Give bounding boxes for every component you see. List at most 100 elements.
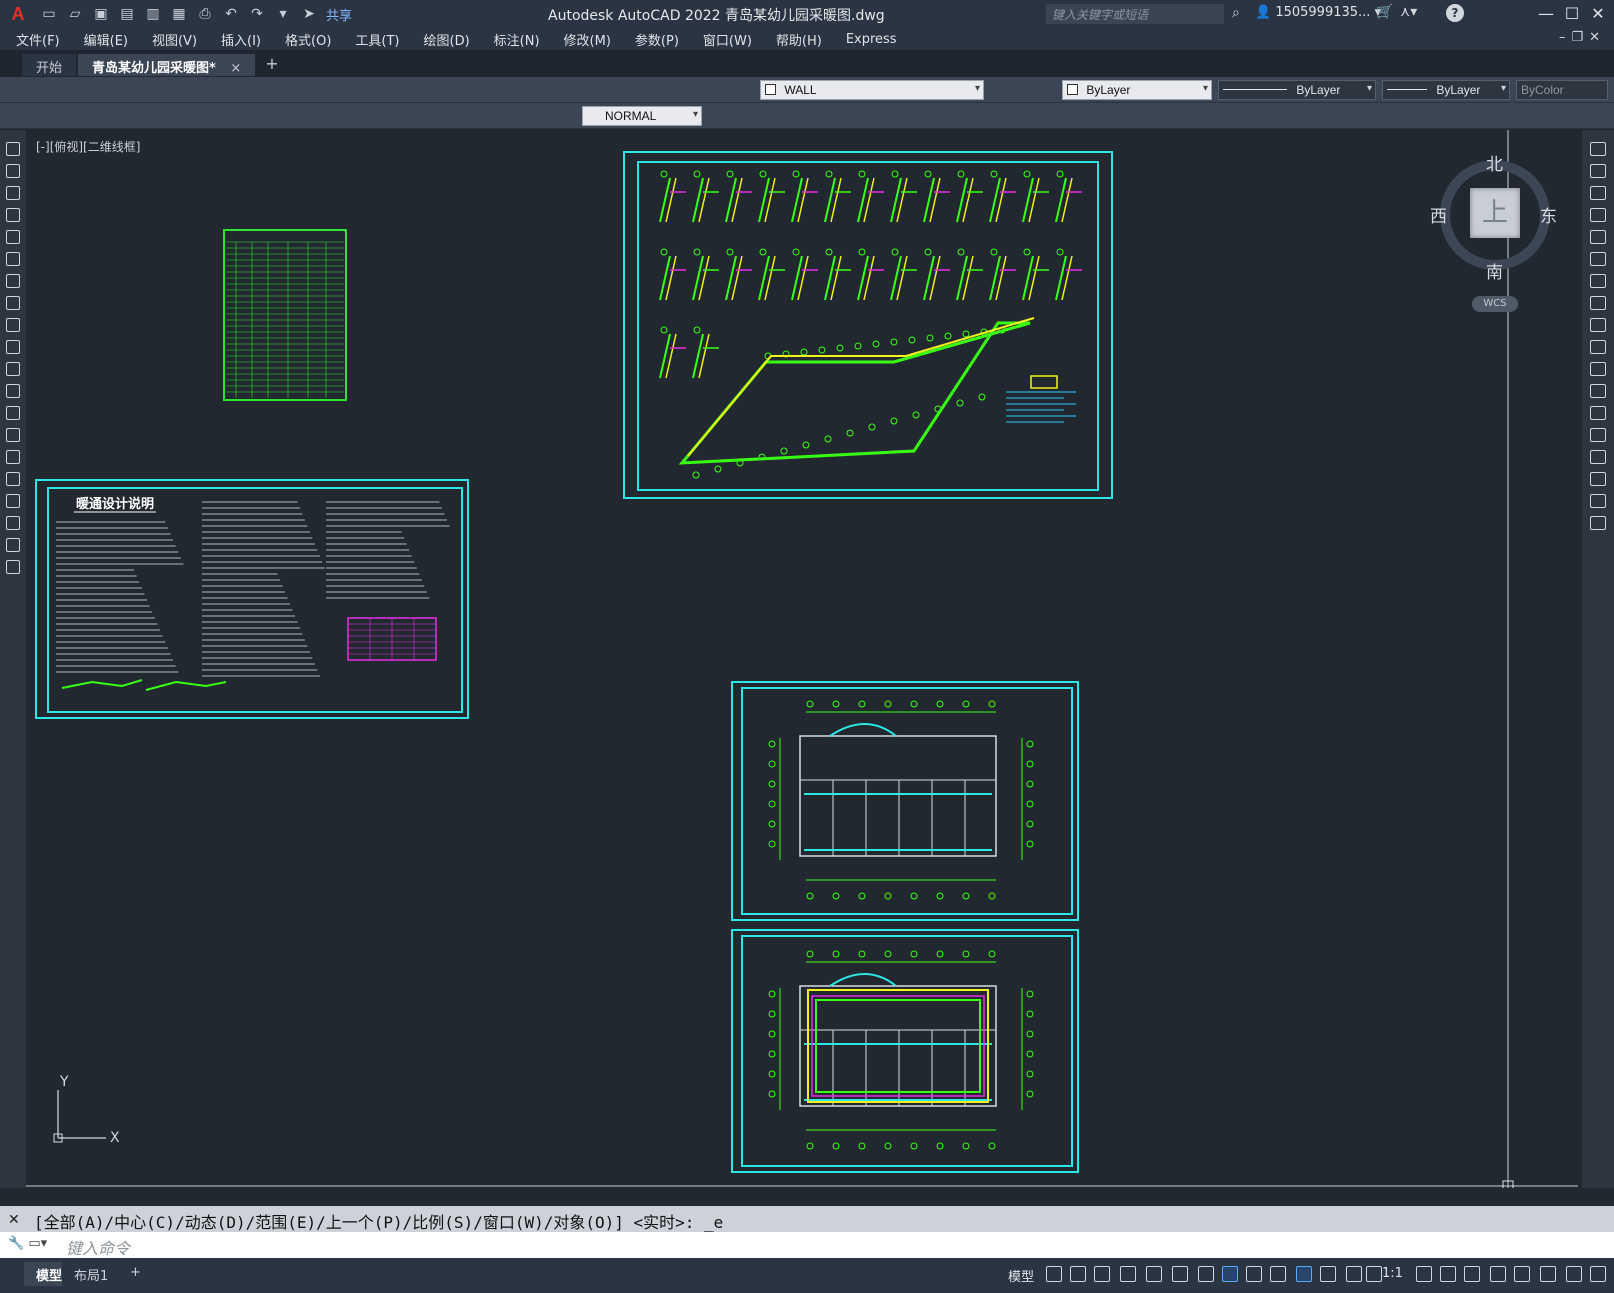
status-toggle-icon[interactable] xyxy=(1346,1266,1362,1282)
toolbar2-tool-icon[interactable] xyxy=(730,107,748,125)
menu-dimension[interactable]: 标注(N) xyxy=(494,30,540,49)
menu-draw[interactable]: 绘图(D) xyxy=(424,30,470,49)
toolbar1-tool-icon[interactable] xyxy=(366,81,384,99)
layer-dropdown[interactable]: WALL ▾ xyxy=(760,80,984,100)
plotstyle-dropdown[interactable]: ByColor xyxy=(1516,80,1608,100)
toolbar1-tool-icon[interactable] xyxy=(418,81,436,99)
text-style-dropdown[interactable]: NORMAL ▾ xyxy=(582,106,702,126)
status-toggle-icon[interactable] xyxy=(1416,1266,1432,1282)
tab-start[interactable]: 开始 xyxy=(22,54,77,76)
toolbar2-tool-icon[interactable] xyxy=(518,107,536,125)
toolbar2-tool-icon[interactable] xyxy=(440,107,458,125)
toolbar1-tool-icon[interactable] xyxy=(150,81,168,99)
new-tab-button[interactable]: + xyxy=(257,54,286,76)
customize-command-icon[interactable]: 🔧 ▭▾ xyxy=(8,1236,47,1251)
toolbar2-tool-icon[interactable] xyxy=(190,107,208,125)
draw-tool-icon[interactable] xyxy=(6,164,20,178)
toolbar1-tool-icon[interactable] xyxy=(392,81,410,99)
status-toggle-icon[interactable] xyxy=(1246,1266,1262,1282)
toolbar2-tool-icon[interactable] xyxy=(262,107,280,125)
draw-tool-icon[interactable] xyxy=(6,472,20,486)
toolbar1-tool-icon[interactable] xyxy=(252,81,270,99)
toolbar1-tool-icon[interactable] xyxy=(306,81,324,99)
undo-icon[interactable]: ↶ xyxy=(220,3,242,25)
sheet-second-floor-plan[interactable] xyxy=(731,681,1079,921)
menu-window[interactable]: 窗口(W) xyxy=(703,30,752,49)
toolbar2-tool-icon[interactable] xyxy=(316,107,334,125)
modify-tool-icon[interactable] xyxy=(1590,494,1606,508)
open-file-icon[interactable]: ▱ xyxy=(64,3,86,25)
toolbar1-tool-icon[interactable] xyxy=(336,81,354,99)
search-icon[interactable]: ⌕ xyxy=(1232,5,1240,21)
status-toggle-icon[interactable] xyxy=(1490,1266,1506,1282)
toolbar1-tool-icon[interactable] xyxy=(128,81,146,99)
customize-quick-access-icon[interactable]: ▾ xyxy=(272,3,294,25)
status-toggle-icon[interactable] xyxy=(1198,1266,1214,1282)
redo-icon[interactable]: ↷ xyxy=(246,3,268,25)
toolbar2-tool-icon[interactable] xyxy=(904,107,922,125)
modify-tool-icon[interactable] xyxy=(1590,296,1606,310)
print-icon[interactable]: ⎙ xyxy=(194,3,216,25)
toolbar2-tool-icon[interactable] xyxy=(778,107,796,125)
toolbar1-tool-icon[interactable] xyxy=(204,81,222,99)
toolbar2-tool-icon[interactable] xyxy=(808,107,826,125)
toolbar2-tool-icon[interactable] xyxy=(366,107,384,125)
viewport-controls-label[interactable]: [-][俯视][二维线框] xyxy=(36,138,140,155)
toolbar2-tool-icon[interactable] xyxy=(980,107,998,125)
toolbar2-tool-icon[interactable] xyxy=(342,107,360,125)
toolbar1-tool-icon[interactable] xyxy=(670,81,688,99)
menu-insert[interactable]: 插入(I) xyxy=(221,30,261,49)
view-cube-top-face[interactable]: 上 xyxy=(1470,188,1520,238)
toolbar1-tool-icon[interactable] xyxy=(616,81,634,99)
toolbar2-tool-icon[interactable] xyxy=(1030,107,1048,125)
modify-tool-icon[interactable] xyxy=(1590,384,1606,398)
cart-icon[interactable]: 🛒 xyxy=(1376,4,1393,20)
modify-tool-icon[interactable] xyxy=(1590,274,1606,288)
status-toggle-icon[interactable] xyxy=(1046,1266,1062,1282)
toolbar2-tool-icon[interactable] xyxy=(238,107,256,125)
toolbar2-tool-icon[interactable] xyxy=(290,107,308,125)
toolbar2-tool-icon[interactable] xyxy=(546,107,564,125)
save-as-icon[interactable]: ▤ xyxy=(116,3,138,25)
toolbar2-tool-icon[interactable] xyxy=(492,107,510,125)
status-toggle-icon[interactable] xyxy=(1270,1266,1286,1282)
draw-tool-icon[interactable] xyxy=(6,274,20,288)
toolbar2-tool-icon[interactable] xyxy=(952,107,970,125)
toolbar2-tool-icon[interactable] xyxy=(1054,107,1072,125)
toolbar1-tool-icon[interactable] xyxy=(84,81,102,99)
status-toggle-icon[interactable] xyxy=(1296,1266,1312,1282)
toolbar2-tool-icon[interactable] xyxy=(8,107,26,125)
toolbar2-tool-icon[interactable] xyxy=(832,107,850,125)
compass-east[interactable]: 东 xyxy=(1540,202,1557,227)
modify-tool-icon[interactable] xyxy=(1590,406,1606,420)
modify-tool-icon[interactable] xyxy=(1590,164,1606,178)
toolbar2-tool-icon[interactable] xyxy=(92,107,110,125)
toolbar1-tool-icon[interactable] xyxy=(30,81,48,99)
modify-tool-icon[interactable] xyxy=(1590,142,1606,156)
toolbar2-tool-icon[interactable] xyxy=(140,107,158,125)
toolbar2-tool-icon[interactable] xyxy=(880,107,898,125)
status-toggle-icon[interactable] xyxy=(1514,1266,1530,1282)
toolbar1-tool-icon[interactable] xyxy=(106,81,124,99)
status-toggle-icon[interactable] xyxy=(1566,1266,1582,1282)
compass-north[interactable]: 北 xyxy=(1486,150,1503,175)
status-toggle-icon[interactable] xyxy=(1440,1266,1456,1282)
status-toggle-icon[interactable] xyxy=(1094,1266,1110,1282)
menu-tools[interactable]: 工具(T) xyxy=(355,30,399,49)
status-toggle-icon[interactable] xyxy=(1464,1266,1480,1282)
toolbar2-tool-icon[interactable] xyxy=(116,107,134,125)
wcs-menu[interactable]: WCS xyxy=(1472,296,1518,312)
draw-tool-icon[interactable] xyxy=(6,406,20,420)
toolbar2-tool-icon[interactable] xyxy=(214,107,232,125)
toolbar1-tool-icon[interactable] xyxy=(276,81,294,99)
status-toggle-icon[interactable] xyxy=(1070,1266,1086,1282)
draw-tool-icon[interactable] xyxy=(6,362,20,376)
toolbar2-tool-icon[interactable] xyxy=(466,107,484,125)
modify-tool-icon[interactable] xyxy=(1590,472,1606,486)
modify-tool-icon[interactable] xyxy=(1590,428,1606,442)
color-dropdown[interactable]: ByLayer ▾ xyxy=(1062,80,1212,100)
status-toggle-icon[interactable] xyxy=(1366,1266,1382,1282)
menu-parametric[interactable]: 参数(P) xyxy=(635,30,679,49)
toolbar1-tool-icon[interactable] xyxy=(54,81,72,99)
toolbar1-tool-icon[interactable] xyxy=(546,81,564,99)
